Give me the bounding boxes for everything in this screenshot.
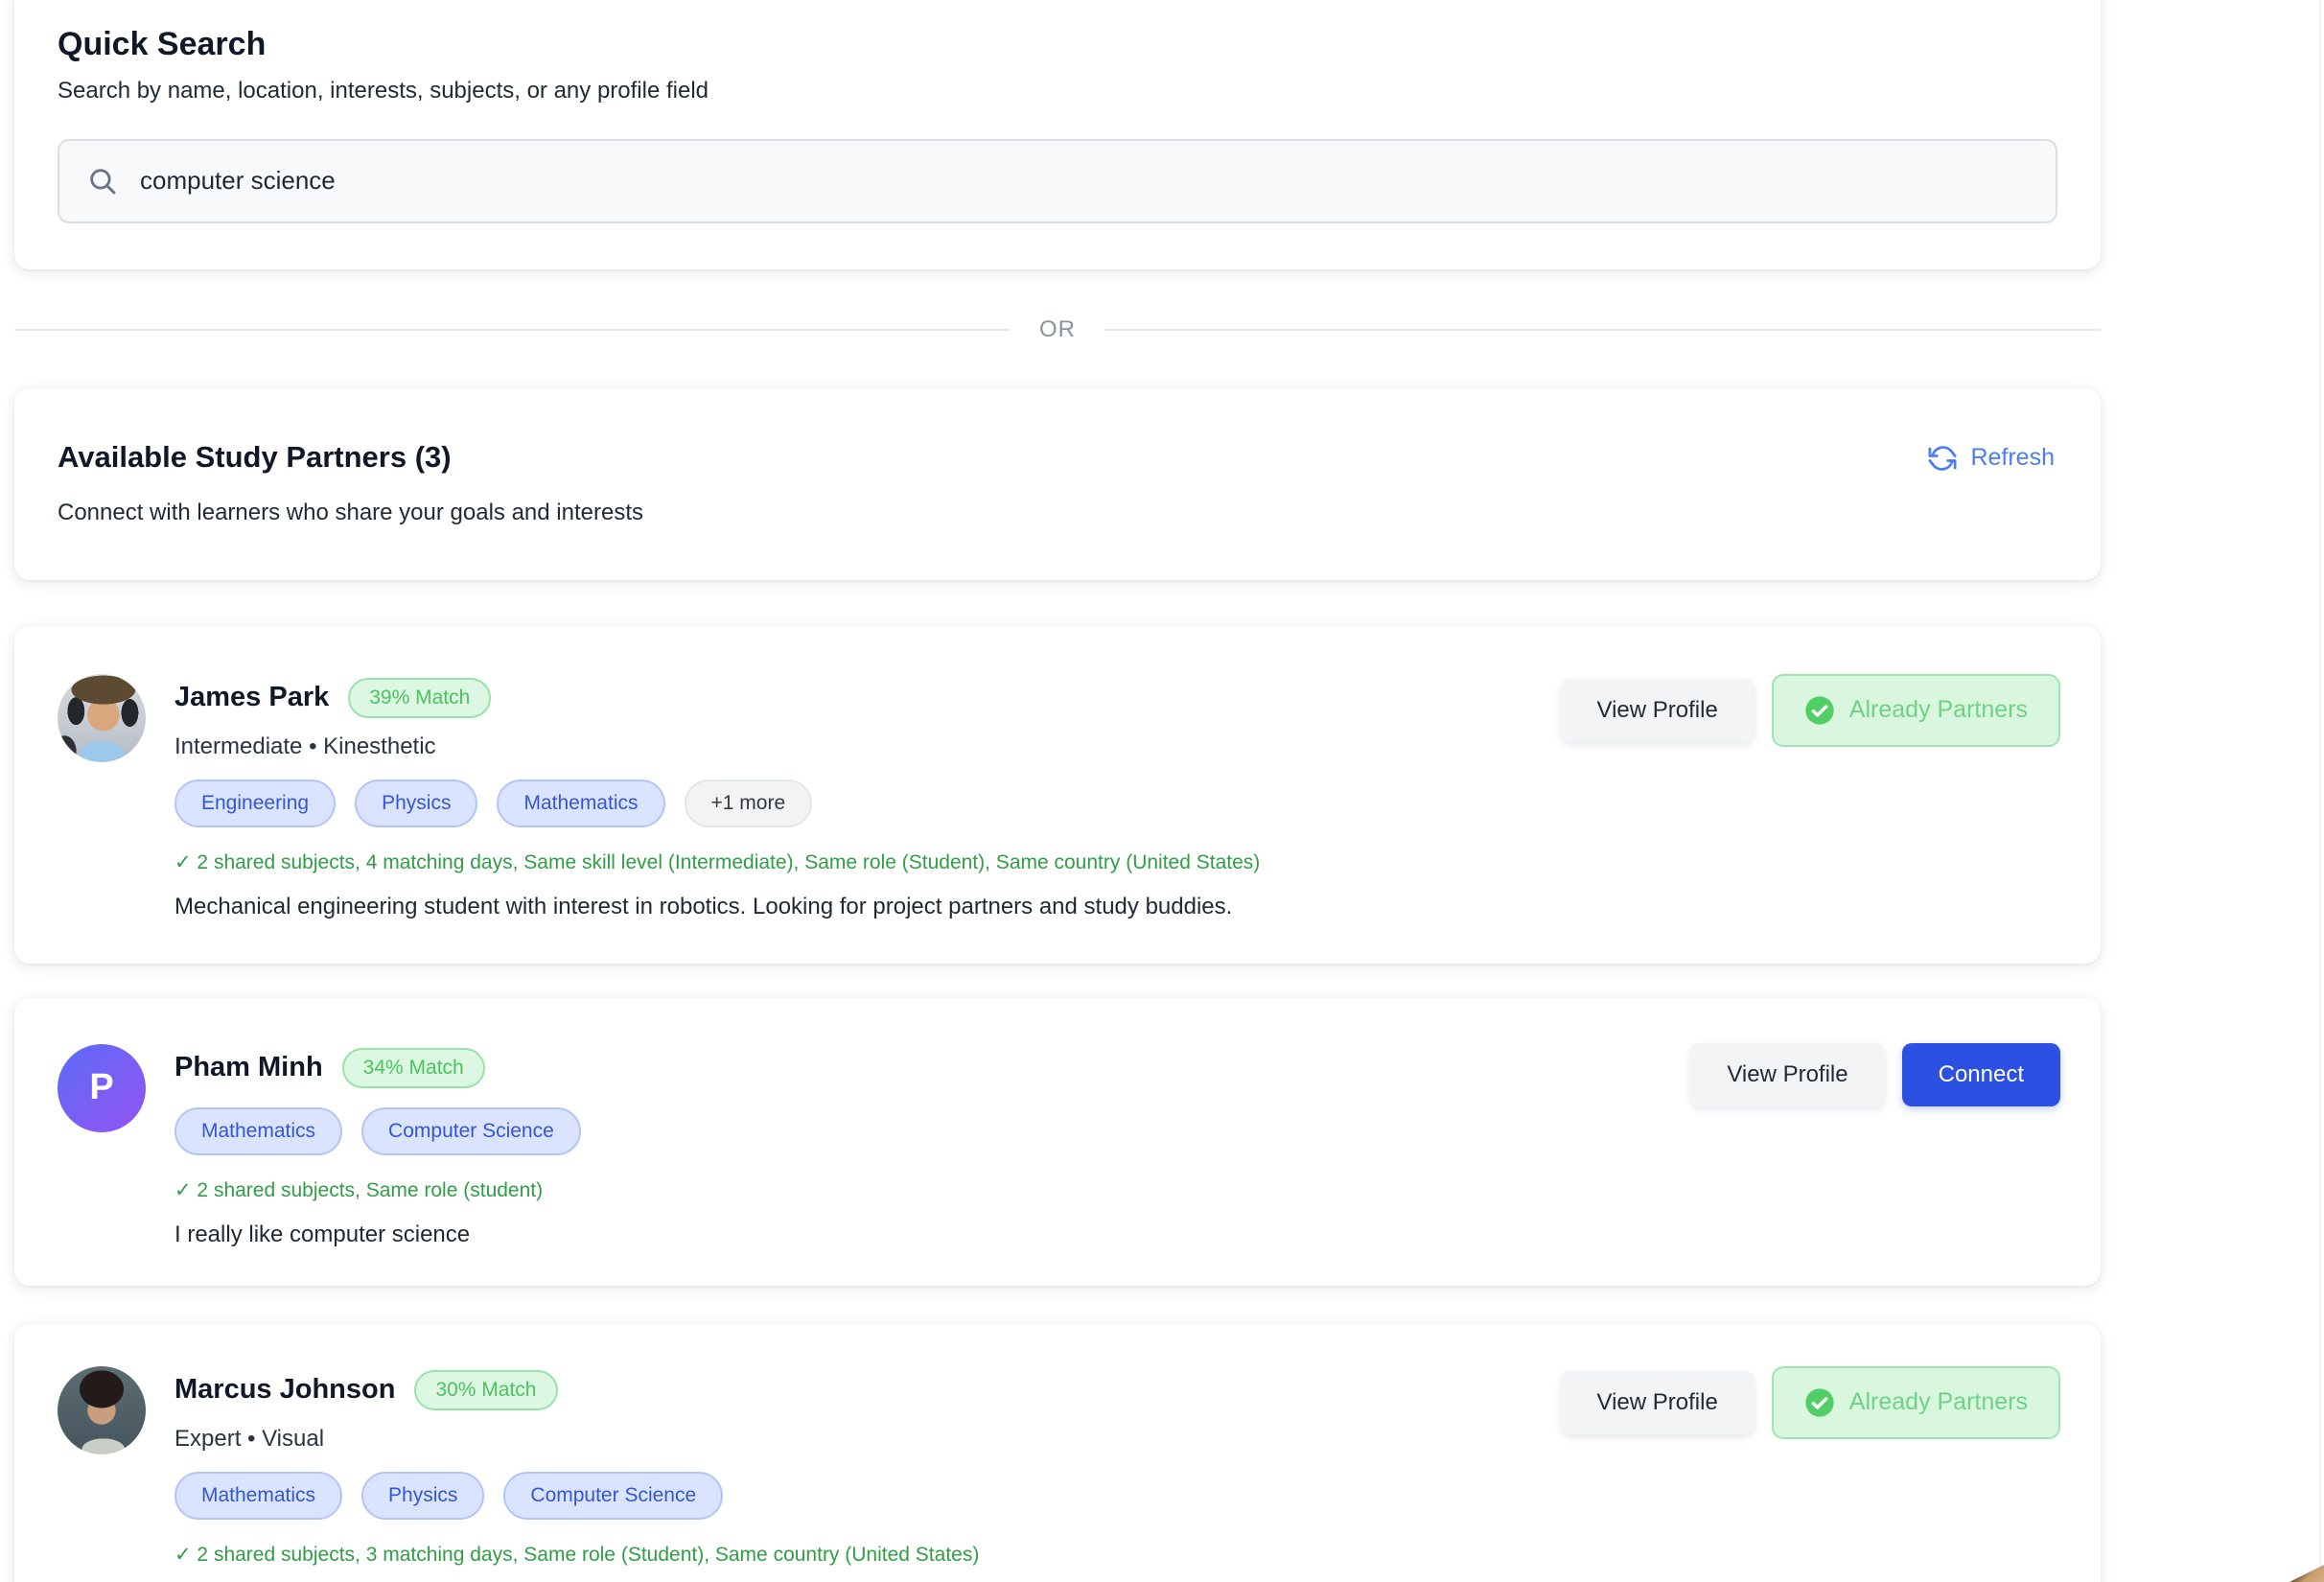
partner-actions: View Profile Already Partners [1561,1366,2060,1439]
match-badge: 34% Match [342,1048,485,1088]
more-tags-chip[interactable]: +1 more [685,779,813,827]
refresh-button[interactable]: Refresh [1928,444,2055,473]
partners-subtitle: Connect with learners who share your goa… [58,500,2057,526]
view-profile-button[interactable]: View Profile [1561,1371,1755,1434]
connect-button[interactable]: Connect [1902,1043,2060,1106]
already-partners-button[interactable]: Already Partners [1772,1366,2060,1439]
subject-tag: Engineering [174,779,336,827]
already-partners-label: Already Partners [1849,696,2028,724]
match-details: ✓ 2 shared subjects, 4 matching days, Sa… [174,850,1260,874]
partner-bio: I really like computer science [174,1221,581,1248]
partner-card-pham-minh: P Pham Minh 34% Match Mathematics Comput… [14,998,2101,1286]
subject-tags: Mathematics Physics Computer Science [174,1472,979,1520]
subject-tag: Mathematics [174,1472,342,1520]
partner-name: James Park [174,682,329,713]
or-divider: OR [14,315,2101,344]
avatar-pham-minh: P [58,1044,146,1132]
partner-name: Pham Minh [174,1052,323,1083]
view-profile-button[interactable]: View Profile [1561,679,1755,742]
check-circle-icon [1804,1387,1835,1418]
corner-image-artifact [2289,1565,2324,1582]
subject-tag: Physics [361,1472,484,1520]
level-learning-style: Intermediate • Kinesthetic [174,733,1260,760]
partner-actions: View Profile Connect [1690,1043,2060,1106]
match-details: ✓ 2 shared subjects, Same role (student) [174,1178,581,1202]
match-details: ✓ 2 shared subjects, 3 matching days, Sa… [174,1543,979,1567]
avatar-james-park [58,674,146,762]
subject-tag: Physics [355,779,477,827]
partner-bio: Mechanical engineering student with inte… [174,894,1260,920]
refresh-label: Refresh [1970,444,2055,472]
study-partners-page: Quick Search Search by name, location, i… [0,0,2324,1582]
partner-card-james-park: James Park 39% Match Intermediate • Kine… [14,626,2101,964]
match-badge: 30% Match [414,1370,557,1410]
divider-line-right [1104,329,2101,331]
content-column: Quick Search Search by name, location, i… [14,0,2101,1582]
or-label: OR [1039,316,1076,343]
match-badge: 39% Match [348,678,491,718]
subject-tag: Computer Science [503,1472,723,1520]
search-icon [86,165,119,198]
view-profile-button[interactable]: View Profile [1690,1043,1884,1106]
quick-search-card: Quick Search Search by name, location, i… [14,0,2101,269]
quick-search-subtitle: Search by name, location, interests, sub… [58,78,2057,105]
partner-card-marcus-johnson: Marcus Johnson 30% Match Expert • Visual… [14,1324,2101,1582]
subject-tags: Mathematics Computer Science [174,1107,581,1155]
search-box[interactable] [58,139,2057,223]
already-partners-label: Already Partners [1849,1388,2028,1416]
refresh-icon [1928,444,1957,473]
partners-title: Available Study Partners (3) [58,440,2057,475]
subject-tags: Engineering Physics Mathematics +1 more [174,779,1260,827]
viewport-edge-line [2319,0,2321,1582]
partner-actions: View Profile Already Partners [1561,674,2060,747]
quick-search-title: Quick Search [58,25,2057,64]
avatar-marcus-johnson [58,1366,146,1454]
subject-tag: Mathematics [497,779,664,827]
subject-tag: Mathematics [174,1107,342,1155]
avatar-initial: P [89,1067,113,1108]
subject-tag: Computer Science [361,1107,581,1155]
search-input[interactable] [140,166,2029,196]
partner-name: Marcus Johnson [174,1374,395,1406]
partners-header-card: Available Study Partners (3) Connect wit… [14,388,2101,580]
level-learning-style: Expert • Visual [174,1426,979,1453]
already-partners-button[interactable]: Already Partners [1772,674,2060,747]
check-circle-icon [1804,695,1835,726]
divider-line-left [14,329,1011,331]
